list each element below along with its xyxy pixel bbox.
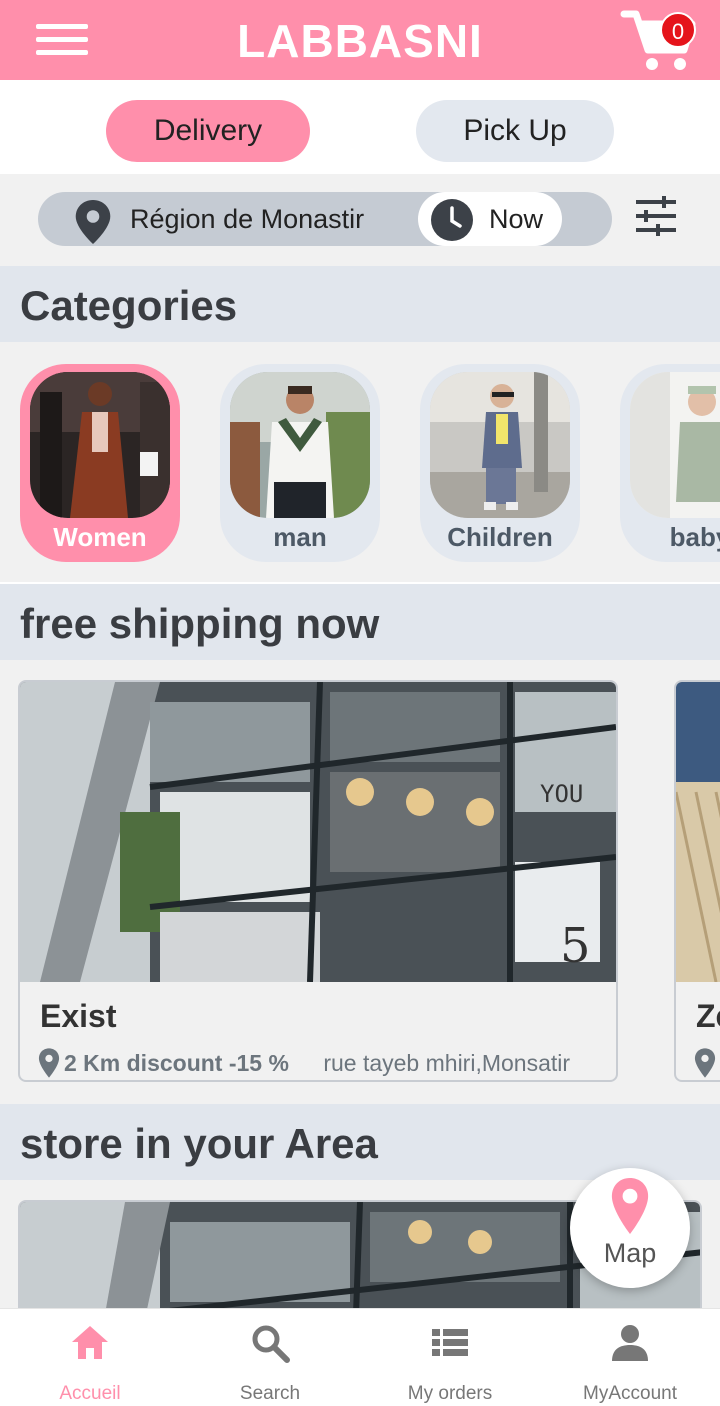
location-row: Région de Monastir Now	[0, 174, 720, 266]
time-label: Now	[489, 204, 544, 234]
store-card[interactable]: 5 YOU Exist 2 Km discount -15 % rue taye…	[18, 680, 618, 1082]
region-label: Région de Monastir	[130, 204, 365, 234]
category-label: man	[273, 522, 327, 552]
map-button[interactable]: Map	[570, 1168, 690, 1288]
store-card[interactable]: Ze	[674, 680, 720, 1082]
nav-account[interactable]: MyAccount	[540, 1309, 720, 1406]
bottom-navigation: Accueil Search My orders MyAccount	[0, 1308, 720, 1406]
home-icon	[72, 1326, 108, 1359]
category-image	[230, 372, 370, 518]
app-title: LABBASNI	[237, 15, 483, 67]
search-icon	[252, 1325, 290, 1363]
area-stores-header: store in your Area	[0, 1104, 720, 1180]
clock-icon	[431, 199, 473, 241]
delivery-button[interactable]: Delivery	[106, 100, 310, 162]
nav-label: Search	[239, 1383, 301, 1404]
store-name: Exist	[40, 998, 117, 1034]
store-image: 5 YOU	[20, 682, 616, 982]
category-image	[30, 372, 170, 518]
pickup-button[interactable]: Pick Up	[416, 100, 614, 162]
categories-list: Women man Children bab	[0, 342, 720, 582]
section-title: store in your Area	[20, 1120, 378, 1167]
svg-text:5: 5	[560, 918, 591, 974]
filter-icon[interactable]	[634, 196, 678, 236]
category-man[interactable]: man	[220, 364, 380, 562]
nav-orders[interactable]: My orders	[360, 1309, 540, 1406]
location-pin-icon	[694, 1048, 716, 1078]
location-pin-icon	[75, 200, 111, 244]
cart-count-badge: 0	[660, 12, 696, 48]
store-name: Ze	[696, 998, 720, 1034]
category-children[interactable]: Children	[420, 364, 580, 562]
store-image	[676, 682, 720, 983]
categories-header: Categories	[0, 266, 720, 342]
nav-home[interactable]: Accueil	[0, 1309, 180, 1406]
nav-label: Accueil	[59, 1383, 121, 1404]
free-shipping-list: 5 YOU Exist 2 Km discount -15 % rue taye…	[0, 660, 720, 1104]
person-icon	[612, 1325, 648, 1361]
store-distance: 2 Km discount -15 %	[64, 1050, 289, 1076]
store-meta: 2 Km discount -15 % rue tayeb mhiri,Mons…	[36, 1050, 570, 1077]
section-title: free shipping now	[20, 600, 380, 647]
free-shipping-header: free shipping now	[0, 584, 720, 660]
order-mode-toggle: Delivery Pick Up	[0, 80, 720, 174]
category-label: baby	[669, 522, 720, 552]
map-label: Map	[603, 1238, 657, 1268]
category-label: Women	[53, 522, 147, 552]
svg-text:YOU: YOU	[540, 780, 583, 808]
nav-search[interactable]: Search	[180, 1309, 360, 1406]
list-icon	[432, 1329, 468, 1356]
category-baby[interactable]: baby	[620, 364, 720, 562]
category-image	[630, 372, 720, 518]
app-header: LABBASNI 0	[0, 0, 720, 80]
category-women[interactable]: Women	[20, 364, 180, 562]
store-address: rue tayeb mhiri,Monsatir	[323, 1050, 571, 1076]
map-pin-icon	[611, 1178, 649, 1234]
section-title: Categories	[20, 282, 238, 329]
nav-label: MyAccount	[583, 1383, 677, 1404]
nav-label: My orders	[407, 1383, 493, 1404]
category-image	[430, 372, 570, 518]
category-label: Children	[447, 522, 553, 552]
